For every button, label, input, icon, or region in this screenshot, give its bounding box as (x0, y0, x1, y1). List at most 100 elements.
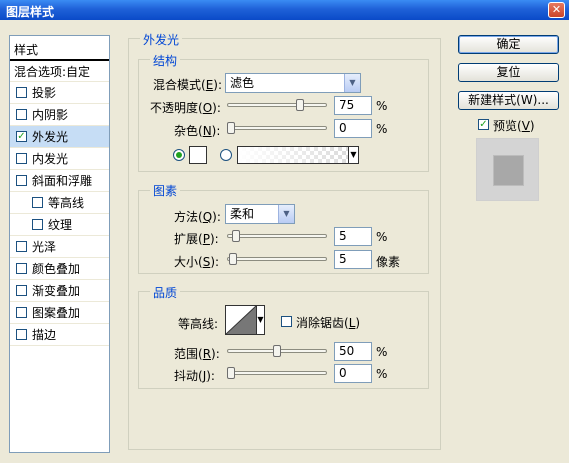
opacity-label: 不透明度(O): (150, 101, 221, 115)
range-input[interactable]: 50 (334, 342, 372, 361)
style-checkbox[interactable] (16, 87, 27, 98)
style-list-item-label: 内发光 (32, 152, 69, 166)
noise-slider-track[interactable] (227, 126, 327, 130)
structure-legend: 结构 (150, 52, 181, 69)
style-list-item[interactable]: 光泽 (10, 236, 109, 258)
style-checkbox[interactable]: ✓ (16, 131, 27, 142)
style-list-item[interactable]: 描边 (10, 324, 109, 346)
gradient-swatch[interactable]: ▼ (237, 146, 359, 164)
style-checkbox[interactable] (16, 263, 27, 274)
size-slider-thumb[interactable] (228, 253, 237, 265)
jitter-unit: % (376, 367, 388, 381)
style-list-item-label: 颜色叠加 (32, 262, 81, 276)
jitter-label: 抖动(J): (174, 369, 215, 383)
jitter-slider-track[interactable] (227, 371, 327, 375)
new-style-button[interactable]: 新建样式(W)... (458, 91, 559, 110)
noise-input[interactable]: 0 (334, 119, 372, 138)
layer-style-dialog: 图层样式 ✕ 样式 混合选项:自定 投影内阴影 ✓ 外发光内发光斜面和浮雕等高线纹理… (0, 0, 569, 463)
method-select[interactable]: 柔和 ▼ (225, 204, 295, 224)
opacity-input[interactable]: 75 (334, 96, 372, 115)
range-unit: % (376, 345, 388, 359)
reset-button[interactable]: 复位 (458, 63, 559, 82)
noise-slider-thumb[interactable] (227, 122, 235, 134)
style-preview (476, 138, 539, 201)
size-input[interactable]: 5 (334, 250, 372, 269)
style-checkbox[interactable] (16, 329, 27, 340)
style-checkbox[interactable] (16, 285, 27, 296)
opacity-unit: % (376, 99, 388, 113)
range-label: 范围(R): (174, 347, 220, 361)
spread-slider-thumb[interactable] (231, 230, 240, 242)
style-list-item-label: 图案叠加 (32, 306, 81, 320)
contour-picker[interactable] (225, 305, 257, 335)
chevron-down-icon: ▼ (278, 205, 294, 223)
blend-mode-value: 滤色 (230, 76, 255, 90)
spread-input[interactable]: 5 (334, 227, 372, 246)
contour-preview-icon (226, 306, 256, 334)
opacity-slider-track[interactable] (227, 103, 327, 107)
style-checkbox[interactable] (32, 219, 43, 230)
style-list-item[interactable]: 图案叠加 (10, 302, 109, 324)
range-slider-thumb[interactable] (273, 345, 281, 357)
style-checkbox[interactable] (16, 153, 27, 164)
spread-unit: % (376, 230, 388, 244)
style-list-header[interactable]: 样式 (10, 36, 109, 60)
size-label: 大小(S): (174, 255, 220, 269)
style-list-item[interactable]: 斜面和浮雕 (10, 170, 109, 192)
chevron-down-icon[interactable]: ▼ (348, 146, 359, 164)
style-list-item[interactable]: 颜色叠加 (10, 258, 109, 280)
anti-alias-label: 消除锯齿(L) (296, 316, 361, 330)
style-list-item[interactable]: 内发光 (10, 148, 109, 170)
method-label: 方法(Q): (174, 210, 221, 224)
window-title: 图层样式 (6, 5, 55, 19)
style-list-item-label: 光泽 (32, 240, 57, 254)
style-list-item-label: 等高线 (48, 196, 85, 210)
style-preview-swatch (493, 155, 524, 186)
style-list-item-label: 纹理 (48, 218, 73, 232)
style-list-item[interactable]: ✓ 外发光 (10, 126, 109, 148)
style-checkbox[interactable] (16, 175, 27, 186)
style-list-item[interactable]: 等高线 (10, 192, 109, 214)
noise-unit: % (376, 122, 388, 136)
style-list-item-label: 斜面和浮雕 (32, 174, 93, 188)
blend-mode-select[interactable]: 滤色 ▼ (225, 73, 361, 93)
jitter-input[interactable]: 0 (334, 364, 372, 383)
style-checkbox[interactable] (32, 197, 43, 208)
style-list-item-label: 投影 (32, 86, 57, 100)
style-list-item-label: 渐变叠加 (32, 284, 81, 298)
outer-glow-legend: 外发光 (140, 31, 183, 48)
blend-mode-label: 混合模式(E): (153, 78, 223, 92)
size-slider-track[interactable] (227, 257, 327, 261)
spread-label: 扩展(P): (174, 232, 219, 246)
jitter-slider-thumb[interactable] (227, 367, 235, 379)
spread-slider-track[interactable] (227, 234, 327, 238)
glow-color-swatch[interactable] (189, 146, 207, 164)
style-list-item-label: 描边 (32, 328, 57, 342)
contour-label: 等高线: (178, 317, 219, 331)
preview-checkbox[interactable]: ✓ (478, 119, 489, 130)
style-checkbox[interactable] (16, 241, 27, 252)
anti-alias-checkbox[interactable] (281, 316, 292, 327)
gradient-radio[interactable] (220, 149, 232, 161)
style-list-item[interactable]: 投影 (10, 82, 109, 104)
size-unit: 像素 (376, 255, 401, 269)
style-list-item-label: 内阴影 (32, 108, 69, 122)
style-list-item-label: 外发光 (32, 130, 69, 144)
style-checkbox[interactable] (16, 307, 27, 318)
style-list-item[interactable]: 渐变叠加 (10, 280, 109, 302)
close-button[interactable]: ✕ (548, 2, 565, 18)
chevron-down-icon: ▼ (344, 74, 360, 92)
quality-legend: 品质 (150, 284, 181, 301)
title-bar[interactable]: 图层样式 ✕ (0, 0, 569, 20)
style-list-item[interactable]: 纹理 (10, 214, 109, 236)
chevron-down-icon[interactable]: ▼ (256, 305, 265, 335)
opacity-slider-thumb[interactable] (296, 99, 304, 111)
method-value: 柔和 (230, 207, 255, 221)
solid-color-radio[interactable] (173, 149, 185, 161)
ok-button[interactable]: 确定 (458, 35, 559, 54)
style-list-item[interactable]: 内阴影 (10, 104, 109, 126)
style-list: 样式 混合选项:自定 投影内阴影 ✓ 外发光内发光斜面和浮雕等高线纹理光泽颜色叠加渐… (9, 35, 110, 453)
preview-label: 预览(V) (493, 119, 535, 133)
style-checkbox[interactable] (16, 109, 27, 120)
blend-options-item[interactable]: 混合选项:自定 (10, 60, 109, 82)
